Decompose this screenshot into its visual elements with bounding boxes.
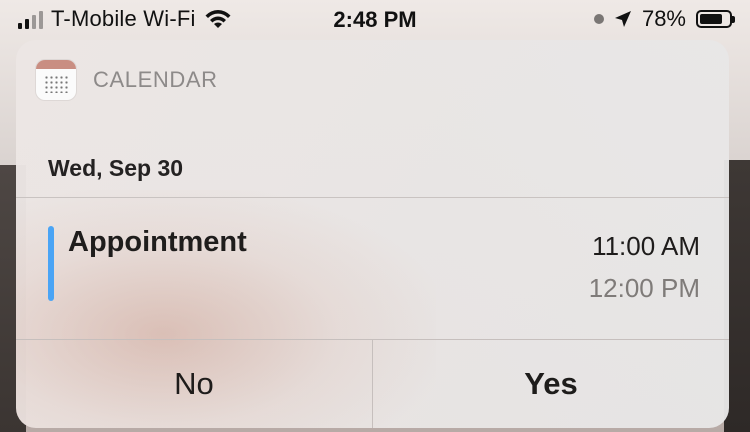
app-name: CALENDAR bbox=[93, 67, 218, 92]
event-date: Wed, Sep 30 bbox=[48, 155, 184, 181]
event-title: Appointment bbox=[68, 226, 247, 258]
event-color-bar bbox=[48, 226, 54, 301]
notification-header: CALENDAR bbox=[16, 40, 729, 120]
battery-icon bbox=[696, 10, 735, 28]
event-row[interactable]: Appointment 11:00 AM 12:00 PM bbox=[16, 198, 729, 338]
location-arrow-icon bbox=[614, 11, 631, 27]
battery-fill bbox=[700, 14, 722, 24]
notification-actions: No Yes bbox=[16, 340, 729, 428]
calendar-notification[interactable]: CALENDAR Wed, Sep 30 Appointment 11:00 A… bbox=[16, 40, 729, 428]
event-end-time: 12:00 PM bbox=[588, 273, 700, 303]
recording-dot-icon bbox=[593, 14, 604, 24]
calendar-app-icon bbox=[36, 60, 76, 100]
event-start-time: 11:00 AM bbox=[592, 231, 700, 261]
no-button[interactable]: No bbox=[16, 340, 372, 428]
status-bar: T-Mobile Wi-Fi 2:48 PM 78% bbox=[0, 0, 750, 40]
battery-percent: 78% bbox=[641, 6, 686, 31]
status-bar-right: 78% bbox=[593, 6, 735, 32]
yes-button[interactable]: Yes bbox=[373, 340, 729, 428]
